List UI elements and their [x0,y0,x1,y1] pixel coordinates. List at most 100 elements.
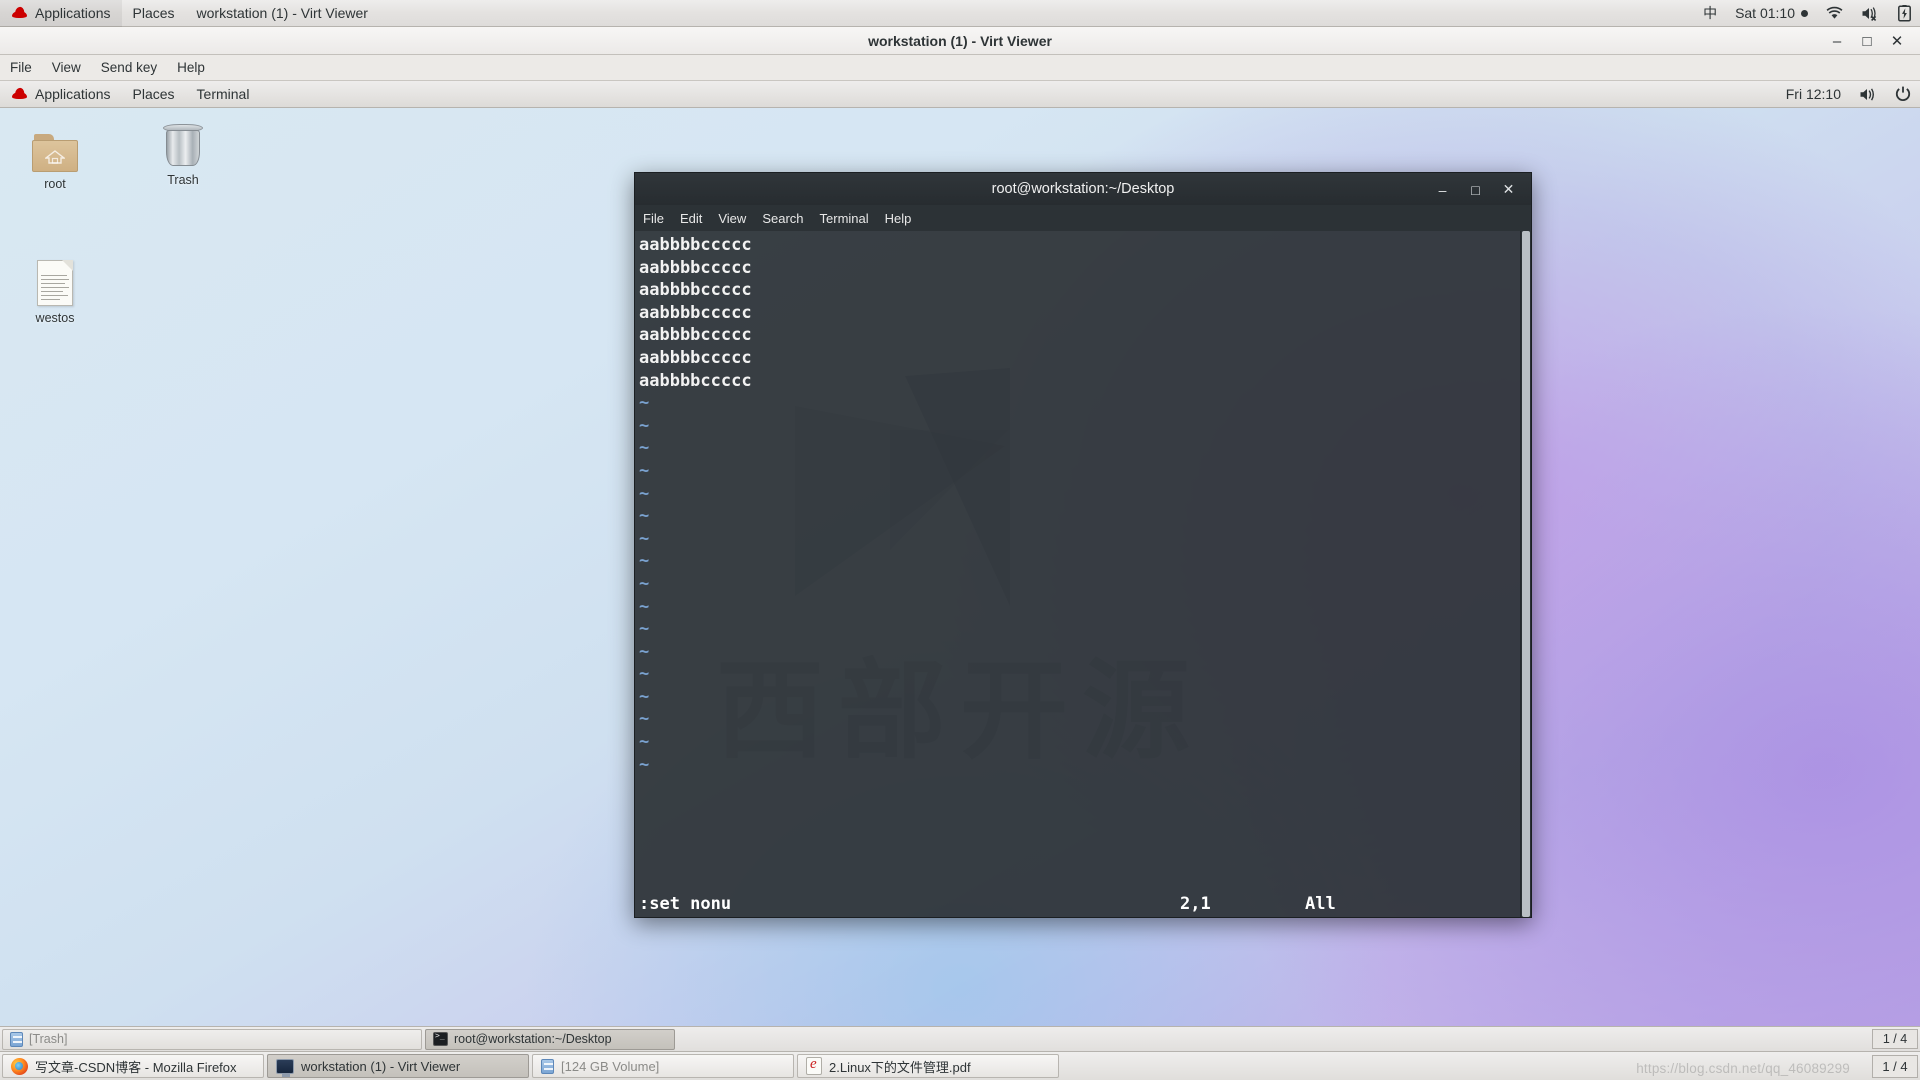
drive-icon [541,1058,554,1074]
terminal-body[interactable]: aabbbbccccc aabbbbccccc aabbbbccccc aabbbbc… [634,231,1532,918]
pdf-icon [806,1056,822,1075]
guest-clock[interactable]: Fri 12:10 [1777,81,1850,108]
vv-maximize-button[interactable]: □ [1852,28,1882,54]
host-task-firefox-label: 写文章-CSDN博客 - Mozilla Firefox [35,1059,237,1075]
drive-icon [10,1031,23,1047]
battery-indicator[interactable] [1889,0,1920,27]
host-task-volume[interactable]: [124 GB Volume] [532,1054,794,1078]
guest-top-panel: Applications Places Terminal Fri 12:10 [0,81,1920,108]
window-menu-label: workstation (1) - Virt Viewer [196,5,368,21]
host-task-volume-label: [124 GB Volume] [561,1058,660,1074]
vim-empty-line-marker: ~ [639,754,650,775]
recording-indicator-icon [1801,9,1808,17]
vv-menu-send-key[interactable]: Send key [91,55,167,81]
vim-text-line: aabbbbccccc [639,235,752,255]
guest-workspace-switcher[interactable]: 1 / 4 [1872,1029,1918,1049]
guest-vm-screen: Applications Places Terminal Fri 12:10 r… [0,81,1920,1051]
terminal-scrollbar-thumb[interactable] [1522,231,1530,917]
terminal-maximize-button[interactable]: □ [1459,177,1492,203]
vim-empty-line-marker: ~ [639,460,650,481]
desktop-icon-westos[interactable]: westos [12,248,98,325]
vim-text-line: aabbbbccccc [639,257,752,278]
terminal-close-button[interactable]: ✕ [1492,177,1525,203]
terminal-title: root@workstation:~/Desktop [991,181,1175,197]
desktop-icon-root[interactable]: root [12,120,98,191]
host-task-virt-viewer[interactable]: workstation (1) - Virt Viewer [267,1054,529,1078]
volume-muted-indicator[interactable] [1852,0,1889,27]
virt-viewer-icon [276,1058,294,1077]
guest-volume-indicator[interactable] [1850,81,1886,108]
redhat-icon [11,87,28,101]
redhat-icon [11,6,28,20]
power-icon [1895,86,1911,101]
terminal-scrollbar[interactable] [1520,231,1531,917]
term-menu-help[interactable]: Help [877,205,920,231]
virt-viewer-window: workstation (1) - Virt Viewer – □ ✕ File… [0,27,1920,1051]
virt-viewer-window-controls: – □ ✕ [1822,27,1912,55]
vim-empty-line-marker: ~ [639,664,650,685]
guest-applications-menu[interactable]: Applications [0,81,122,108]
host-system-tray: 中 Sat 01:10 [1694,0,1920,27]
guest-taskbar: [Trash] root@workstation:~/Desktop 1 / 4 [0,1026,1920,1051]
terminal-minimize-button[interactable]: – [1426,177,1459,203]
vim-buffer[interactable]: aabbbbccccc aabbbbccccc aabbbbccccc aabbbbc… [635,231,1520,917]
virt-viewer-titlebar[interactable]: workstation (1) - Virt Viewer – □ ✕ [0,27,1920,55]
vv-menu-file[interactable]: File [0,55,42,81]
guest-window-menu-terminal[interactable]: Terminal [186,81,261,108]
terminal-titlebar[interactable]: root@workstation:~/Desktop – □ ✕ [634,172,1532,205]
host-top-panel: Applications Places workstation (1) - Vi… [0,0,1920,27]
vim-empty-line-marker: ~ [639,709,650,730]
term-menu-view[interactable]: View [710,205,754,231]
vim-empty-line-marker: ~ [639,551,650,572]
desktop-icon-root-label: root [44,177,66,191]
vim-empty-line-marker: ~ [639,483,650,504]
places-menu[interactable]: Places [122,0,186,27]
input-method-indicator[interactable]: 中 [1694,0,1726,27]
vim-empty-line-marker: ~ [639,415,650,436]
term-menu-search[interactable]: Search [754,205,811,231]
host-task-firefox[interactable]: 写文章-CSDN博客 - Mozilla Firefox [2,1054,264,1078]
guest-clock-label: Fri 12:10 [1785,86,1841,102]
vv-close-button[interactable]: ✕ [1882,28,1912,54]
vim-empty-line-marker: ~ [639,506,650,527]
vim-empty-line-marker: ~ [639,619,650,640]
volume-icon [1860,87,1874,101]
host-clock-label: Sat 01:10 [1735,5,1795,21]
home-folder-icon [32,134,78,172]
vim-text-line: aabbbbccccc [639,370,752,391]
guest-power-button[interactable] [1886,81,1920,108]
host-workspace-switcher[interactable]: 1 / 4 [1872,1054,1918,1078]
volume-muted-icon [1862,6,1877,21]
places-menu-label: Places [132,5,175,21]
vv-minimize-button[interactable]: – [1822,28,1852,54]
term-menu-file[interactable]: File [635,205,672,231]
window-menu-virt-viewer[interactable]: workstation (1) - Virt Viewer [186,0,379,27]
vv-menu-view[interactable]: View [42,55,91,81]
guest-task-trash[interactable]: [Trash] [2,1028,422,1050]
guest-places-menu[interactable]: Places [122,81,186,108]
vim-cursor-position: 2,1 [1180,894,1211,914]
desktop-icon-trash-label: Trash [167,173,199,187]
host-task-virt-viewer-label: workstation (1) - Virt Viewer [301,1058,461,1074]
guest-task-terminal[interactable]: root@workstation:~/Desktop [425,1028,675,1050]
term-menu-edit[interactable]: Edit [672,205,710,231]
vv-menu-help[interactable]: Help [167,55,215,81]
guest-desktop[interactable]: 西部开源 root [0,108,1920,1026]
vim-empty-line-marker: ~ [639,641,650,662]
applications-menu[interactable]: Applications [0,0,122,27]
term-menu-terminal[interactable]: Terminal [812,205,877,231]
virt-viewer-title: workstation (1) - Virt Viewer [868,32,1052,49]
host-task-pdf[interactable]: 2.Linux下的文件管理.pdf [797,1054,1059,1078]
guest-places-label: Places [132,86,175,102]
guest-task-terminal-label: root@workstation:~/Desktop [454,1032,612,1046]
vim-text-line: aabbbbccccc [639,302,752,323]
wifi-indicator[interactable] [1817,0,1852,27]
host-clock[interactable]: Sat 01:10 [1726,0,1817,27]
vim-empty-line-marker: ~ [639,732,650,753]
vim-empty-line-marker: ~ [639,438,650,459]
wifi-icon [1826,6,1843,19]
vim-text-line: aabbbbccccc [639,347,752,368]
vim-scroll-scope: All [1305,894,1336,914]
desktop-icon-trash[interactable]: Trash [140,116,226,187]
vim-empty-line-marker: ~ [639,596,650,617]
